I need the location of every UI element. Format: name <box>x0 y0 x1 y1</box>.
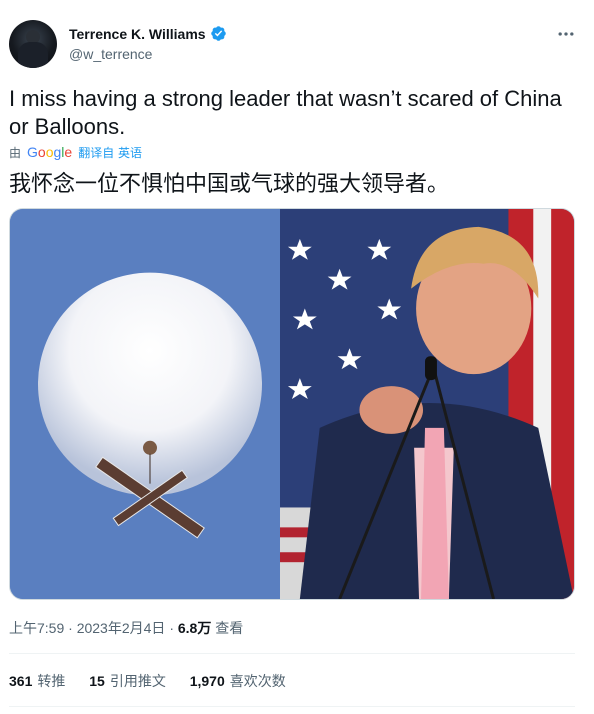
likes-stat[interactable]: 1,970 喜欢次数 <box>190 673 286 689</box>
retweets-stat[interactable]: 361 转推 <box>9 673 65 689</box>
tweet-time[interactable]: 上午7:59 <box>9 620 64 636</box>
verified-badge-icon <box>210 25 227 45</box>
translation-source-link[interactable]: 翻译自 英语 <box>78 144 142 161</box>
views-label: 查看 <box>215 620 244 636</box>
views-count: 6.8万 <box>177 620 212 636</box>
author-handle[interactable]: @w_terrence <box>69 46 152 62</box>
likes-count: 1,970 <box>189 673 225 689</box>
divider <box>9 653 575 654</box>
google-logo: Google <box>27 144 73 160</box>
quotes-label: 引用推文 <box>109 673 166 689</box>
tweet-text: I miss having a strong leader that wasn’… <box>9 86 562 139</box>
meta-separator: · <box>169 620 178 636</box>
speaker-photo-graphic <box>280 209 574 599</box>
media-photo-balloon[interactable] <box>10 209 280 599</box>
author-avatar[interactable] <box>9 20 57 68</box>
balloon-photo-graphic <box>10 209 280 599</box>
tweet-card: Terrence K. Williams @w_terrence I miss … <box>0 0 594 714</box>
retweets-count: 361 <box>9 673 33 689</box>
engagement-stats: 361 转推 15 引用推文 1,970 喜欢次数 <box>9 671 306 691</box>
translation-attribution: 由 Google 翻译自 英语 <box>9 143 142 161</box>
author-name[interactable]: Terrence K. Williams <box>69 25 227 45</box>
media-photo-speaker[interactable] <box>280 209 574 599</box>
author-name-text[interactable]: Terrence K. Williams <box>69 26 206 42</box>
divider <box>9 706 575 707</box>
more-options-icon[interactable] <box>556 24 576 48</box>
translated-tweet-text: 我怀念一位不惧怕中国或气球的强大领导者。 <box>9 172 450 197</box>
tweet-date[interactable]: 2023年2月4日 <box>77 620 166 636</box>
quotes-stat[interactable]: 15 引用推文 <box>89 673 166 689</box>
quotes-count: 15 <box>89 673 105 689</box>
avatar-body-shape <box>18 42 48 68</box>
retweets-label: 转推 <box>37 673 66 689</box>
meta-separator: · <box>68 620 77 636</box>
tweet-timestamp-row: 上午7:59 · 2023年2月4日 · 6.8万 查看 <box>9 618 243 638</box>
tweet-media-grid[interactable] <box>9 208 575 600</box>
likes-label: 喜欢次数 <box>229 673 286 689</box>
translation-by-label: 由 <box>9 145 22 160</box>
